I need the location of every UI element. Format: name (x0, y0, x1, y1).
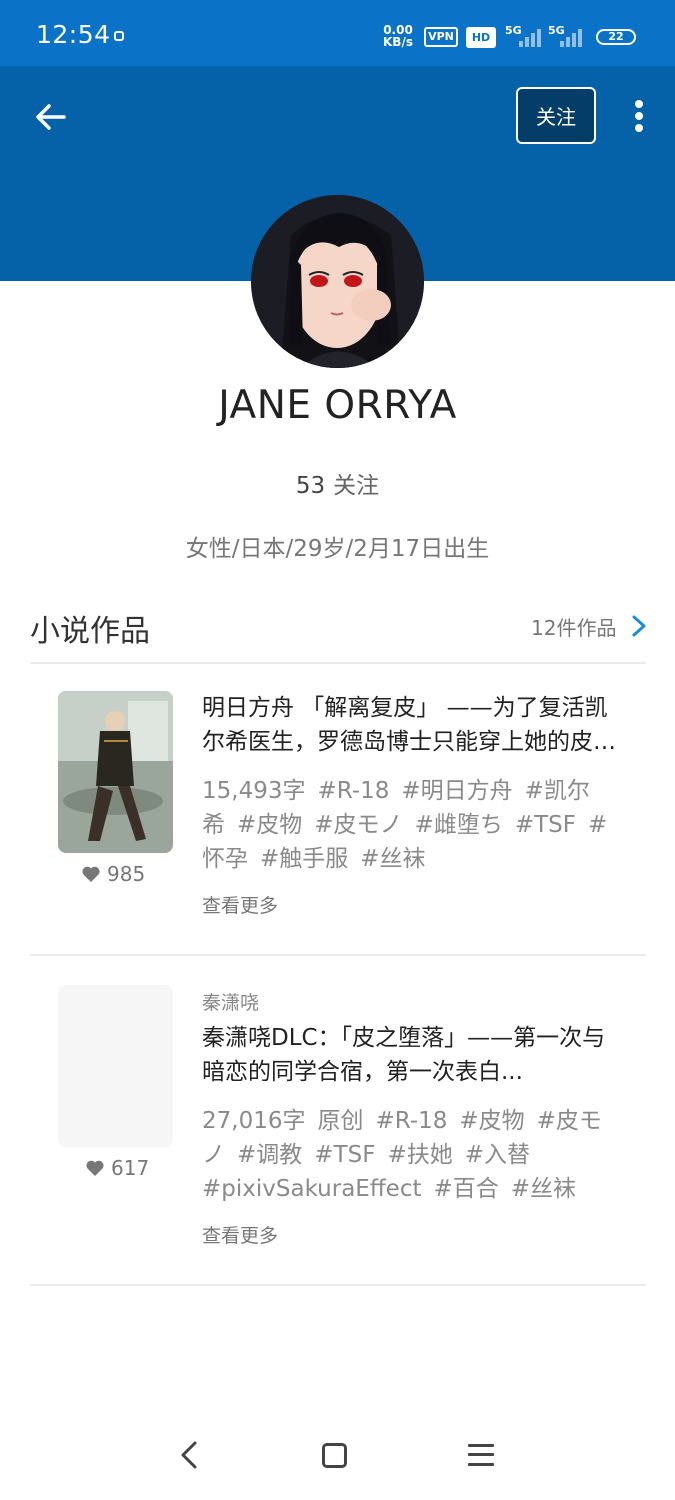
divider (30, 954, 646, 956)
follow-button[interactable]: 关注 (516, 87, 596, 144)
tag[interactable]: #扶她 (387, 1142, 452, 1168)
status-time: 12:54 (36, 20, 111, 49)
see-more-link[interactable]: 查看更多 (202, 891, 278, 918)
more-vertical-icon (635, 100, 643, 108)
tag[interactable]: #皮物 (459, 1108, 524, 1134)
like-count[interactable]: 985 (81, 862, 145, 886)
avatar[interactable] (251, 195, 424, 368)
tag[interactable]: #明日方舟 (401, 778, 512, 804)
tag[interactable]: #丝袜 (511, 1176, 576, 1202)
nav-recents-button[interactable] (468, 1443, 494, 1467)
tag[interactable]: 原创 (317, 1108, 363, 1134)
battery-icon: 22 (596, 29, 636, 45)
chevron-right-icon[interactable] (630, 614, 648, 638)
novel-title[interactable]: 秦潇哓DLC：「皮之堕落」——第一次与暗恋的同学合宿，第一次表白... (202, 1021, 622, 1089)
tag[interactable]: #调教 (237, 1142, 302, 1168)
divider (30, 1284, 646, 1286)
novel-tags: 15,493字 #R-18 #明日方舟 #凯尔希 #皮物 #皮モノ #雌堕ち #TSF #怀孕 #… (202, 778, 608, 872)
novel-tags: 27,016字 原创 #R-18 #皮物 #皮モノ #调教 #TSF #扶她 #入替#pixiv… (202, 1108, 602, 1202)
arrow-left-icon (36, 104, 66, 130)
works-count-link[interactable]: 12件作品 (531, 612, 616, 641)
nav-home-button[interactable] (322, 1443, 347, 1468)
tag[interactable]: #丝袜 (360, 846, 425, 872)
back-button[interactable] (30, 96, 72, 138)
divider (30, 662, 646, 664)
tag[interactable]: #pixivSakuraEffect (202, 1176, 422, 1202)
tag[interactable]: #R-18 (375, 1108, 447, 1134)
novel-cover[interactable] (58, 691, 173, 853)
profile-name: JANE ORRYA (218, 383, 457, 428)
tag[interactable]: #R-18 (317, 778, 389, 804)
novel-title[interactable]: 明日方舟 「解离复皮」 ——为了复活凯尔希医生，罗德岛博士只能穿上她的皮物... (202, 691, 622, 759)
novel-cover[interactable] (58, 985, 173, 1147)
like-count[interactable]: 617 (85, 1156, 149, 1180)
following-count[interactable]: 53 关注 (0, 466, 675, 500)
section-title: 小说作品 (30, 614, 150, 649)
tag[interactable]: #入替 (465, 1142, 530, 1168)
nav-back-button[interactable] (176, 1440, 202, 1470)
status-bar: 12:54 0.00 KB/s VPN HD 5G 5G 22 (0, 0, 675, 66)
tag[interactable]: #百合 (434, 1176, 499, 1202)
signal-icon-2 (558, 25, 588, 47)
tag[interactable]: #触手服 (260, 846, 348, 872)
heart-icon (86, 1160, 104, 1176)
cover-image (58, 691, 173, 853)
tag[interactable]: #雌堕ち (415, 812, 503, 838)
novel-author[interactable]: 秦潇哓 (202, 988, 259, 1015)
notification-icon (114, 31, 124, 41)
signal-icon-1 (517, 25, 547, 47)
heart-icon (82, 866, 100, 882)
network-speed: 0.00 KB/s (383, 23, 413, 49)
tag[interactable]: #TSF (314, 1142, 375, 1168)
tag[interactable]: #TSF (515, 812, 576, 838)
hd-icon: HD (466, 27, 496, 48)
more-options-button[interactable] (624, 96, 654, 136)
profile-info: 女性/日本/29岁/2月17日出生 (185, 536, 490, 562)
tag[interactable]: #皮物 (237, 812, 302, 838)
vpn-icon: VPN (424, 27, 458, 47)
tag[interactable]: #皮モノ (314, 812, 402, 838)
avatar-image (251, 195, 424, 368)
see-more-link[interactable]: 查看更多 (202, 1221, 278, 1248)
